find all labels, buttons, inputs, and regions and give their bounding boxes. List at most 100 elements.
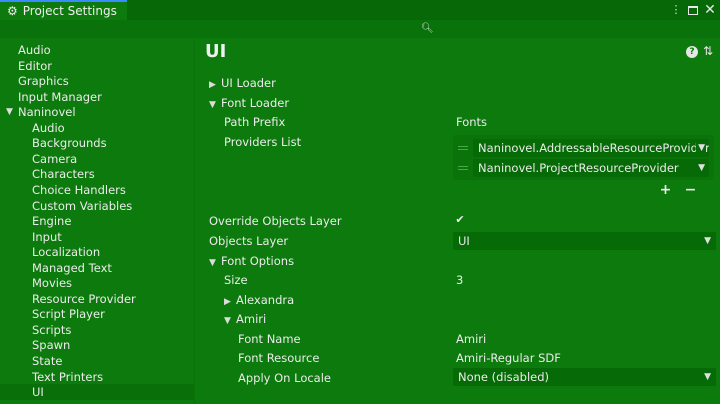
sidebar-item[interactable]: Audio bbox=[0, 42, 194, 58]
objects-layer-dropdown[interactable]: UI ▼ bbox=[453, 232, 716, 250]
font-loader-label: Font Loader bbox=[221, 96, 290, 110]
providers-list: Naninovel.AddressableResourceProvider ▼ … bbox=[453, 135, 714, 180]
apply-on-locale-dropdown[interactable]: None (disabled) ▼ bbox=[453, 368, 716, 386]
sidebar-item-label: Engine bbox=[32, 214, 72, 229]
sidebar-item[interactable]: State bbox=[0, 353, 194, 369]
font-resource-label: Font Resource bbox=[238, 351, 320, 365]
sidebar-item-label: State bbox=[32, 354, 63, 368]
tab-title: Project Settings bbox=[22, 4, 117, 18]
ui-loader-label: UI Loader bbox=[221, 76, 276, 90]
drag-handle-icon[interactable] bbox=[458, 139, 468, 157]
sidebar-item[interactable]: Audio bbox=[0, 120, 194, 136]
sidebar-item[interactable]: Resource Provider bbox=[0, 291, 194, 307]
provider-dropdown-2[interactable]: Naninovel.ProjectResourceProvider ▼ bbox=[473, 159, 709, 177]
alexandra-foldout[interactable]: ▶ Alexandra bbox=[224, 291, 294, 309]
sidebar-item-label: Audio bbox=[32, 120, 65, 135]
panel-splitter[interactable] bbox=[194, 38, 195, 404]
gear-icon: ⚙ bbox=[7, 4, 18, 18]
sidebar-item[interactable]: Engine bbox=[0, 213, 194, 229]
sidebar-item[interactable]: Characters bbox=[0, 166, 194, 182]
close-icon[interactable]: ✕ bbox=[704, 2, 716, 18]
sidebar-item-label: Movies bbox=[32, 276, 73, 291]
sidebar-item-label: Choice Handlers bbox=[32, 182, 126, 197]
font-name-field[interactable]: Amiri bbox=[456, 330, 714, 348]
sidebar-item-label: Graphics bbox=[18, 74, 69, 89]
font-options-foldout[interactable]: ▼ Font Options bbox=[209, 252, 294, 270]
help-icon[interactable]: ? bbox=[686, 46, 698, 58]
tab-project-settings[interactable]: ⚙ Project Settings bbox=[0, 0, 127, 20]
sidebar-item-label: UI bbox=[32, 385, 44, 400]
kebab-menu-icon[interactable]: ⋮ bbox=[670, 2, 682, 18]
alexandra-label: Alexandra bbox=[236, 293, 295, 307]
maximize-icon[interactable] bbox=[688, 6, 698, 15]
provider-value-2: Naninovel.ProjectResourceProvider bbox=[478, 161, 679, 175]
sidebar-item[interactable]: Graphics bbox=[0, 73, 194, 89]
sidebar-item-label: Spawn bbox=[32, 338, 71, 353]
chevron-down-icon: ▼ bbox=[224, 316, 231, 326]
path-prefix-field[interactable]: Fonts bbox=[456, 113, 714, 131]
amiri-foldout[interactable]: ▼ Amiri bbox=[224, 310, 266, 328]
sidebar-item-label: Resource Provider bbox=[32, 291, 136, 306]
sidebar-item[interactable]: Input bbox=[0, 229, 194, 245]
add-item-button[interactable]: + bbox=[660, 182, 672, 198]
page-title: UI bbox=[205, 41, 227, 62]
chevron-right-icon: ▶ bbox=[224, 297, 231, 307]
sidebar-item-label: Script Player bbox=[32, 307, 105, 322]
override-objects-layer-label: Override Objects Layer bbox=[209, 214, 342, 228]
font-loader-foldout[interactable]: ▼ Font Loader bbox=[209, 94, 289, 112]
sidebar-item[interactable]: Choice Handlers bbox=[0, 182, 194, 198]
apply-on-locale-value: None (disabled) bbox=[458, 370, 550, 384]
preset-settings-icon[interactable]: ⇅ bbox=[703, 43, 713, 59]
sidebar-item-label: Scripts bbox=[32, 322, 72, 337]
chevron-down-icon: ▼ bbox=[704, 372, 711, 382]
amiri-label: Amiri bbox=[236, 312, 267, 326]
ui-loader-foldout[interactable]: ▶ UI Loader bbox=[209, 74, 276, 92]
chevron-down-icon[interactable]: ▼ bbox=[6, 104, 13, 120]
font-name-label: Font Name bbox=[238, 332, 301, 346]
apply-on-locale-label: Apply On Locale bbox=[238, 371, 331, 385]
provider-value-1: Naninovel.AddressableResourceProvider bbox=[478, 141, 709, 155]
sidebar-item[interactable]: Spawn bbox=[0, 337, 194, 353]
chevron-down-icon: ▼ bbox=[696, 159, 705, 177]
sidebar-item-label: Input Manager bbox=[18, 89, 102, 104]
sidebar-item-label: Localization bbox=[32, 245, 101, 260]
sidebar-item[interactable]: Script Player bbox=[0, 306, 194, 322]
remove-item-button[interactable]: − bbox=[685, 182, 697, 198]
list-footer: + − bbox=[653, 181, 703, 199]
sidebar-item-label: Text Printers bbox=[32, 369, 104, 384]
override-objects-layer-checkbox[interactable]: ✔ bbox=[453, 213, 467, 227]
chevron-down-icon: ▼ bbox=[209, 100, 216, 110]
sidebar-item[interactable]: Camera bbox=[0, 151, 194, 167]
sidebar-item-label: Custom Variables bbox=[32, 198, 133, 213]
sidebar-item-label: Characters bbox=[32, 167, 95, 182]
chevron-right-icon: ▶ bbox=[209, 80, 216, 90]
sidebar-item[interactable]: Managed Text bbox=[0, 260, 194, 276]
size-label: Size bbox=[224, 273, 248, 287]
sidebar-item[interactable]: ▼ Naninovel bbox=[0, 104, 194, 120]
provider-dropdown-1[interactable]: Naninovel.AddressableResourceProvider ▼ bbox=[473, 139, 709, 157]
sidebar-item[interactable]: Backgrounds bbox=[0, 135, 194, 151]
chevron-down-icon: ▼ bbox=[704, 236, 711, 246]
path-prefix-label: Path Prefix bbox=[224, 115, 286, 129]
sidebar-item-label: Audio bbox=[18, 43, 51, 57]
sidebar-item[interactable]: UI bbox=[0, 384, 194, 401]
search-input[interactable] bbox=[432, 22, 716, 36]
sidebar-item[interactable]: Localization bbox=[0, 244, 194, 260]
sidebar-item-label: Input bbox=[32, 229, 62, 244]
sidebar-item[interactable]: Input Manager bbox=[0, 89, 194, 105]
sidebar-item[interactable]: Scripts bbox=[0, 322, 194, 338]
font-resource-field[interactable]: Amiri-Regular SDF bbox=[456, 349, 714, 367]
sidebar-item[interactable]: Editor bbox=[0, 58, 194, 74]
sidebar-item[interactable]: Movies bbox=[0, 275, 194, 291]
sidebar-item[interactable]: Text Printers bbox=[0, 369, 194, 385]
size-field[interactable]: 3 bbox=[456, 271, 714, 289]
sidebar-item[interactable]: Custom Variables bbox=[0, 198, 194, 214]
sidebar-item-label: Camera bbox=[32, 151, 78, 166]
drag-handle-icon[interactable] bbox=[458, 159, 468, 177]
sidebar-item-label: Backgrounds bbox=[32, 136, 107, 151]
objects-layer-label: Objects Layer bbox=[209, 234, 289, 248]
chevron-down-icon: ▼ bbox=[209, 258, 216, 268]
font-options-label: Font Options bbox=[221, 254, 295, 268]
objects-layer-value: UI bbox=[458, 234, 470, 248]
providers-list-label: Providers List bbox=[224, 135, 302, 149]
